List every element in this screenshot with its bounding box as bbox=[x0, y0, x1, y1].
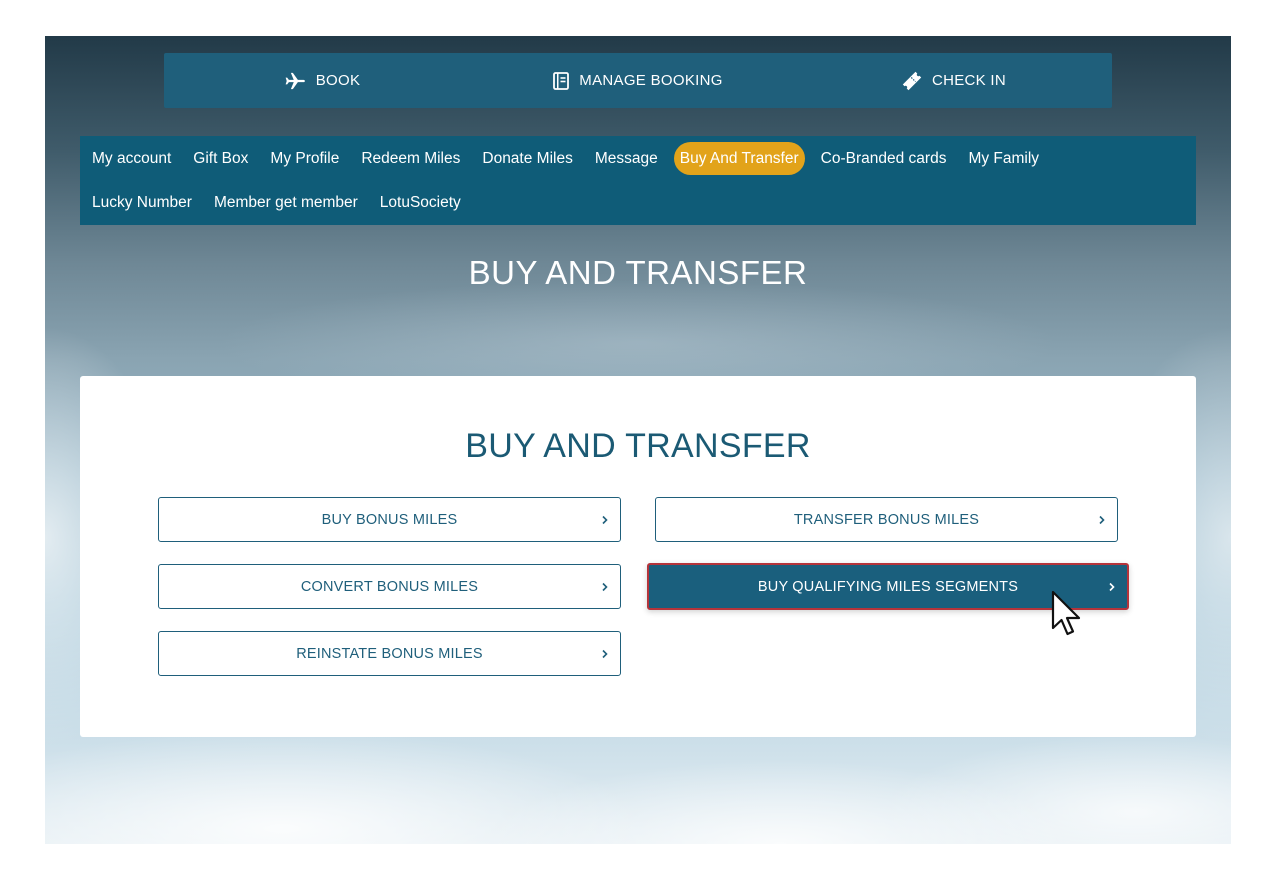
nav-my-profile[interactable]: My Profile bbox=[264, 142, 345, 175]
nav-co-branded-cards[interactable]: Co-Branded cards bbox=[815, 142, 953, 175]
page-frame: BOOK MANAGE BOOKING CHECK IN My account … bbox=[45, 36, 1231, 844]
chevron-right-icon bbox=[601, 498, 609, 541]
main-top-bar: BOOK MANAGE BOOKING CHECK IN bbox=[164, 53, 1112, 108]
convert-bonus-miles-button[interactable]: CONVERT BONUS MILES bbox=[158, 564, 621, 609]
page-title: BUY AND TRANSFER bbox=[468, 254, 808, 291]
book-button[interactable]: BOOK bbox=[164, 72, 480, 90]
nav-my-family[interactable]: My Family bbox=[962, 142, 1045, 175]
book-label: BOOK bbox=[315, 72, 361, 89]
airplane-icon bbox=[285, 72, 305, 89]
nav-my-account[interactable]: My account bbox=[86, 142, 177, 175]
check-in-button[interactable]: CHECK IN bbox=[796, 71, 1112, 91]
chevron-right-icon bbox=[601, 565, 609, 608]
manage-booking-label: MANAGE BOOKING bbox=[579, 72, 723, 89]
buy-bonus-miles-label: BUY BONUS MILES bbox=[321, 511, 458, 528]
chevron-right-icon bbox=[601, 632, 609, 675]
mouse-pointer-icon bbox=[1051, 590, 1081, 636]
transfer-bonus-miles-label: TRANSFER BONUS MILES bbox=[793, 511, 980, 528]
reinstate-bonus-miles-button[interactable]: REINSTATE BONUS MILES bbox=[158, 631, 621, 676]
nav-donate-miles[interactable]: Donate Miles bbox=[476, 142, 578, 175]
ticket-icon bbox=[902, 71, 922, 90]
member-nav: My account Gift Box My Profile Redeem Mi… bbox=[80, 136, 1196, 225]
convert-bonus-miles-label: CONVERT BONUS MILES bbox=[300, 578, 479, 595]
nav-gift-box[interactable]: Gift Box bbox=[187, 142, 254, 175]
check-in-label: CHECK IN bbox=[931, 72, 1007, 89]
chevron-right-icon bbox=[1108, 565, 1116, 608]
chevron-right-icon bbox=[1098, 498, 1106, 541]
card-title: BUY AND TRANSFER bbox=[465, 427, 811, 465]
reinstate-bonus-miles-label: REINSTATE BONUS MILES bbox=[296, 645, 483, 662]
booking-document-icon bbox=[553, 71, 570, 90]
transfer-bonus-miles-button[interactable]: TRANSFER BONUS MILES bbox=[655, 497, 1118, 542]
manage-booking-button[interactable]: MANAGE BOOKING bbox=[480, 71, 796, 90]
nav-lucky-number[interactable]: Lucky Number bbox=[86, 186, 198, 219]
nav-buy-and-transfer[interactable]: Buy And Transfer bbox=[673, 142, 805, 175]
nav-lotusociety[interactable]: LotuSociety bbox=[374, 186, 467, 219]
buy-qualifying-miles-segments-label: BUY QUALIFYING MILES SEGMENTS bbox=[757, 578, 1019, 595]
buy-and-transfer-card: BUY AND TRANSFER BUY BONUS MILES TRANSFE… bbox=[80, 376, 1196, 737]
buy-bonus-miles-button[interactable]: BUY BONUS MILES bbox=[158, 497, 621, 542]
nav-member-get-member[interactable]: Member get member bbox=[208, 186, 364, 219]
nav-redeem-miles[interactable]: Redeem Miles bbox=[355, 142, 466, 175]
nav-message[interactable]: Message bbox=[589, 142, 664, 175]
